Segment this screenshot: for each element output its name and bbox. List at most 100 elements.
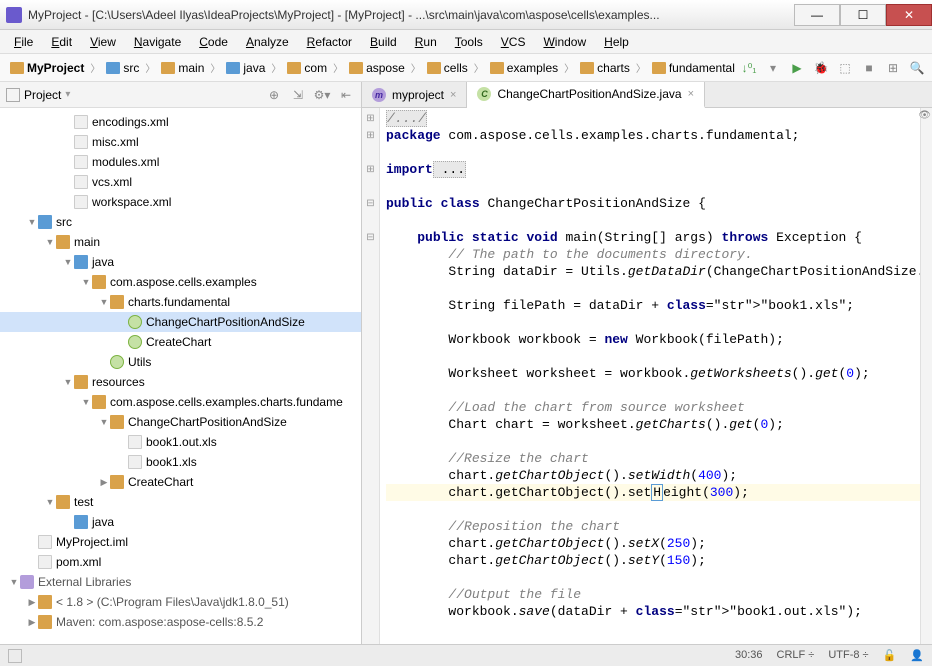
breadcrumb-charts[interactable]: charts: [576, 59, 634, 77]
tree-item[interactable]: ▼java: [0, 252, 361, 272]
gutter-line[interactable]: [362, 416, 379, 433]
code-line[interactable]: import ...: [386, 161, 926, 178]
minimize-button[interactable]: —: [794, 4, 840, 26]
gutter-line[interactable]: [362, 399, 379, 416]
code-line[interactable]: //Resize the chart: [386, 450, 926, 467]
collapse-all-icon[interactable]: ⇲: [289, 86, 307, 104]
gutter-line[interactable]: [362, 365, 379, 382]
breadcrumb-fundamental[interactable]: fundamental: [648, 59, 738, 77]
expand-down-icon[interactable]: ▼: [98, 417, 110, 427]
gutter-line[interactable]: [362, 331, 379, 348]
debug-icon[interactable]: 🐞: [812, 59, 830, 77]
expand-down-icon[interactable]: ▼: [44, 497, 56, 507]
menu-help[interactable]: Help: [596, 33, 637, 51]
expand-right-icon[interactable]: ▶: [26, 597, 38, 608]
gutter-line[interactable]: [362, 518, 379, 535]
close-button[interactable]: ✕: [886, 4, 932, 26]
sidebar-title[interactable]: Project ▾: [6, 88, 265, 102]
code-line[interactable]: [386, 501, 926, 518]
menu-window[interactable]: Window: [535, 33, 594, 51]
tree-item[interactable]: ▶< 1.8 > (C:\Program Files\Java\jdk1.8.0…: [0, 592, 361, 612]
status-msg-icon[interactable]: [8, 649, 22, 663]
hide-icon[interactable]: ⇤: [337, 86, 355, 104]
tree-item[interactable]: modules.xml: [0, 152, 361, 172]
gutter-line[interactable]: [362, 263, 379, 280]
tree-item[interactable]: ▶Maven: com.aspose:aspose-cells:8.5.2: [0, 612, 361, 632]
menu-run[interactable]: Run: [407, 33, 445, 51]
gutter-line[interactable]: [362, 484, 379, 501]
gutter-line[interactable]: [362, 603, 379, 620]
project-tree[interactable]: encodings.xmlmisc.xmlmodules.xmlvcs.xmlw…: [0, 108, 361, 644]
tab-close-icon[interactable]: ×: [450, 89, 456, 101]
status-lock-icon[interactable]: 🔓: [883, 649, 897, 662]
gutter-line[interactable]: [362, 348, 379, 365]
gutter-line[interactable]: [362, 586, 379, 603]
code-line[interactable]: chart.getChartObject().setX(250);: [386, 535, 926, 552]
code-line[interactable]: [386, 433, 926, 450]
code-line[interactable]: /.../: [386, 110, 926, 127]
code-line[interactable]: public class ChangeChartPositionAndSize …: [386, 195, 926, 212]
menu-analyze[interactable]: Analyze: [238, 33, 297, 51]
code-content[interactable]: /.../package com.aspose.cells.examples.c…: [380, 108, 932, 644]
layout-icon[interactable]: ⊞: [884, 59, 902, 77]
menu-code[interactable]: Code: [191, 33, 236, 51]
menu-build[interactable]: Build: [362, 33, 405, 51]
status-caret-pos[interactable]: 30:36: [735, 649, 763, 662]
code-line[interactable]: [386, 382, 926, 399]
code-line[interactable]: Workbook workbook = new Workbook(filePat…: [386, 331, 926, 348]
tree-item[interactable]: CreateChart: [0, 332, 361, 352]
run-icon[interactable]: ▶: [788, 59, 806, 77]
gutter-line[interactable]: ⊞: [362, 110, 379, 127]
gutter-line[interactable]: [362, 314, 379, 331]
tree-item[interactable]: Utils: [0, 352, 361, 372]
menu-vcs[interactable]: VCS: [493, 33, 534, 51]
tree-item[interactable]: java: [0, 512, 361, 532]
inspection-eye-icon[interactable]: 👁: [918, 110, 931, 121]
code-line[interactable]: //Load the chart from source worksheet: [386, 399, 926, 416]
tree-item[interactable]: ChangeChartPositionAndSize: [0, 312, 361, 332]
menu-navigate[interactable]: Navigate: [126, 33, 189, 51]
code-line[interactable]: Worksheet worksheet = workbook.getWorksh…: [386, 365, 926, 382]
coverage-icon[interactable]: ⬚: [836, 59, 854, 77]
code-line[interactable]: [386, 178, 926, 195]
tree-item[interactable]: ▼com.aspose.cells.examples: [0, 272, 361, 292]
settings-gear-icon[interactable]: ⚙▾: [313, 86, 331, 104]
code-line[interactable]: String dataDir = Utils.getDataDir(Change…: [386, 263, 926, 280]
code-line[interactable]: [386, 212, 926, 229]
gutter-line[interactable]: [362, 144, 379, 161]
code-line[interactable]: chart.getChartObject().setY(150);: [386, 552, 926, 569]
status-eol[interactable]: CRLF ÷: [777, 649, 815, 662]
tree-item[interactable]: ▼main: [0, 232, 361, 252]
code-line[interactable]: workbook.save(dataDir + class="str">"boo…: [386, 603, 926, 620]
code-line[interactable]: public static void main(String[] args) t…: [386, 229, 926, 246]
tree-item[interactable]: book1.xls: [0, 452, 361, 472]
gutter-line[interactable]: ⊞: [362, 127, 379, 144]
gutter-line[interactable]: ⊟: [362, 229, 379, 246]
stop-icon[interactable]: ■: [860, 59, 878, 77]
gutter[interactable]: ⊞⊞ ⊞ ⊟ ⊟: [362, 108, 380, 644]
expand-down-icon[interactable]: ▼: [98, 297, 110, 307]
tree-item[interactable]: ▼ChangeChartPositionAndSize: [0, 412, 361, 432]
menu-refactor[interactable]: Refactor: [299, 33, 360, 51]
menu-edit[interactable]: Edit: [43, 33, 80, 51]
menu-tools[interactable]: Tools: [447, 33, 491, 51]
gutter-line[interactable]: [362, 178, 379, 195]
gutter-line[interactable]: [362, 433, 379, 450]
expand-down-icon[interactable]: ▼: [62, 257, 74, 267]
tab-myproject[interactable]: mmyproject×: [362, 82, 467, 107]
gutter-line[interactable]: [362, 450, 379, 467]
breadcrumb-com[interactable]: com: [283, 59, 331, 77]
expand-down-icon[interactable]: ▼: [26, 217, 38, 227]
tree-item[interactable]: ▼test: [0, 492, 361, 512]
gutter-line[interactable]: [362, 569, 379, 586]
scroll-from-source-icon[interactable]: ⊕: [265, 86, 283, 104]
code-line[interactable]: [386, 348, 926, 365]
tree-item[interactable]: encodings.xml: [0, 112, 361, 132]
gutter-line[interactable]: [362, 552, 379, 569]
code-line[interactable]: package com.aspose.cells.examples.charts…: [386, 127, 926, 144]
code-line[interactable]: [386, 144, 926, 161]
tree-item[interactable]: ▶CreateChart: [0, 472, 361, 492]
code-line[interactable]: [386, 280, 926, 297]
gutter-line[interactable]: [362, 280, 379, 297]
maximize-button[interactable]: ☐: [840, 4, 886, 26]
